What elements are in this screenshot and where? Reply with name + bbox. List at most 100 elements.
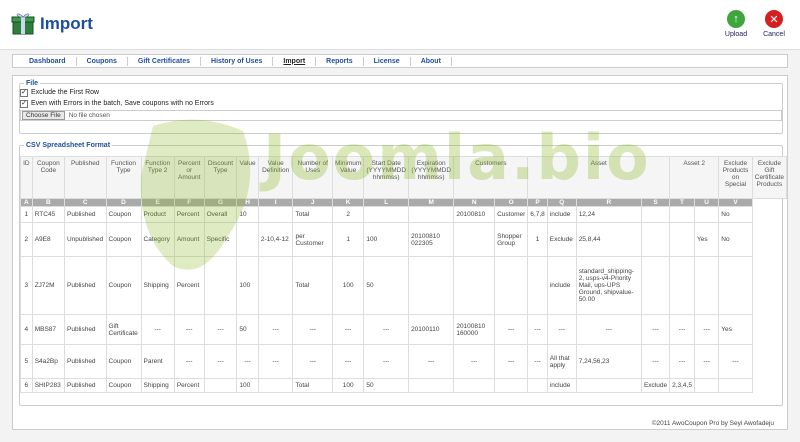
table-cell: --- xyxy=(494,314,529,345)
column-letter: F xyxy=(173,198,205,207)
table-cell: No xyxy=(718,206,753,223)
save-with-errors-checkbox[interactable]: ✓ xyxy=(20,99,28,108)
column-header: Published xyxy=(64,156,107,199)
table-cell xyxy=(693,378,720,393)
table-cell: 25,8,44 xyxy=(575,222,642,257)
menu-import[interactable]: Import xyxy=(273,56,317,66)
table-row: 1 RTC45 Published Coupon Product Percent Overa… xyxy=(20,206,787,223)
table-cell: Yes xyxy=(718,314,753,345)
table-cell: SHIP283 xyxy=(31,378,66,393)
content-panel: File ✓ Exclude the First Row ✓ Even with… xyxy=(12,75,788,430)
column-letter: E xyxy=(140,198,175,207)
cancel-button[interactable]: ✕ Cancel xyxy=(754,10,794,38)
column-letter-row: ABCDEFGHIJKLMNOPQRSTUV xyxy=(20,198,787,207)
table-cell: 1 xyxy=(527,222,548,257)
menu-history-of-uses[interactable]: History of Uses xyxy=(201,56,274,66)
table-cell: Published xyxy=(64,206,107,223)
column-header: Exclude Gift Certificate Products xyxy=(751,156,788,199)
table-cell: --- xyxy=(669,344,695,379)
table-row: 6 SHIP283 Published Coupon Shipping Percent 10… xyxy=(20,378,787,393)
table-cell: include xyxy=(546,206,577,223)
page-title: Import xyxy=(40,14,93,33)
table-cell: Coupon xyxy=(105,256,142,315)
table-cell: ZJ72M xyxy=(31,256,66,315)
table-cell: 50 xyxy=(363,378,410,393)
table-cell: Specific xyxy=(203,222,238,257)
menu-dashboard[interactable]: Dashboard xyxy=(19,56,77,66)
main-menu: Dashboard Coupons Gift Certificates Hist… xyxy=(12,54,788,68)
table-cell: Overall xyxy=(203,206,238,223)
table-cell: Published xyxy=(64,314,107,345)
exclude-first-row-checkbox[interactable]: ✓ xyxy=(20,88,28,97)
table-cell: 2 xyxy=(20,222,33,257)
table-cell xyxy=(408,256,455,315)
table-cell xyxy=(203,378,238,393)
column-header: Function Type 2 xyxy=(140,156,175,199)
exclude-first-row-option: ✓ Exclude the First Row xyxy=(20,87,782,98)
csv-format-table: ID Coupon Code Published Function Type Funct… xyxy=(20,156,788,393)
table-cell: Coupon xyxy=(105,222,142,257)
table-cell xyxy=(257,378,294,393)
column-letter: K xyxy=(331,198,365,207)
table-cell: --- xyxy=(669,314,695,345)
table-cell: 5 xyxy=(20,344,33,379)
table-cell: --- xyxy=(453,344,496,379)
table-cell: 10 xyxy=(236,206,259,223)
table-cell: All that apply xyxy=(546,344,577,379)
upload-button[interactable]: ↑ Upload xyxy=(716,10,756,38)
table-cell: MBS87 xyxy=(31,314,66,345)
menu-about[interactable]: About xyxy=(411,56,452,66)
table-cell xyxy=(453,256,496,315)
table-cell: Published xyxy=(64,378,107,393)
table-cell: --- xyxy=(203,314,238,345)
table-row: 3 ZJ72M Published Coupon Shipping Percent 100 T… xyxy=(20,256,787,315)
table-cell: Amount xyxy=(173,222,205,257)
table-cell: 6 xyxy=(20,378,33,393)
table-cell: 20100810 160000 xyxy=(453,314,496,345)
table-cell xyxy=(669,222,695,257)
table-cell xyxy=(527,256,548,315)
table-cell: Published xyxy=(64,256,107,315)
table-cell: --- xyxy=(363,314,410,345)
cancel-label: Cancel xyxy=(763,31,785,38)
column-header: Function Type xyxy=(105,156,142,199)
column-header: Asset xyxy=(527,156,671,199)
table-cell: Unpublished xyxy=(64,222,107,257)
table-cell: 1 xyxy=(20,206,33,223)
column-header: Customers xyxy=(453,156,529,199)
table-cell: A9E8 xyxy=(31,222,66,257)
column-letter: D xyxy=(105,198,142,207)
table-cell: --- xyxy=(236,344,259,379)
menu-license[interactable]: License xyxy=(364,56,411,66)
column-letter: R xyxy=(575,198,642,207)
column-letter: H xyxy=(236,198,259,207)
table-cell: Product xyxy=(140,206,175,223)
column-letter: G xyxy=(203,198,238,207)
choose-file-button[interactable]: Choose File xyxy=(22,111,65,120)
table-cell: 100 xyxy=(331,378,365,393)
menu-coupons[interactable]: Coupons xyxy=(77,56,128,66)
table-cell: 2 xyxy=(331,206,365,223)
column-letter: T xyxy=(669,198,695,207)
save-with-errors-label: Even with Errors in the batch, Save coup… xyxy=(31,100,214,107)
menu-reports[interactable]: Reports xyxy=(316,56,364,66)
column-header: Asset 2 xyxy=(669,156,720,199)
table-cell: 20100110 xyxy=(408,314,455,345)
table-cell xyxy=(640,256,671,315)
column-header: Discount Type xyxy=(203,156,238,199)
table-cell: Percent xyxy=(173,206,205,223)
table-cell: --- xyxy=(575,314,642,345)
table-cell: --- xyxy=(292,344,333,379)
table-cell xyxy=(693,256,720,315)
table-cell: Yes xyxy=(693,222,720,257)
menu-gift-certificates[interactable]: Gift Certificates xyxy=(128,56,202,66)
table-cell: Customer xyxy=(494,206,529,223)
table-cell xyxy=(640,206,671,223)
column-letter: C xyxy=(64,198,107,207)
column-header: Coupon Code xyxy=(31,156,66,199)
table-cell xyxy=(203,256,238,315)
file-input: Choose File No file chosen xyxy=(20,110,782,121)
table-cell: 100 xyxy=(331,256,365,315)
table-cell: 2-10,4-12 xyxy=(257,222,294,257)
column-letter: M xyxy=(408,198,455,207)
